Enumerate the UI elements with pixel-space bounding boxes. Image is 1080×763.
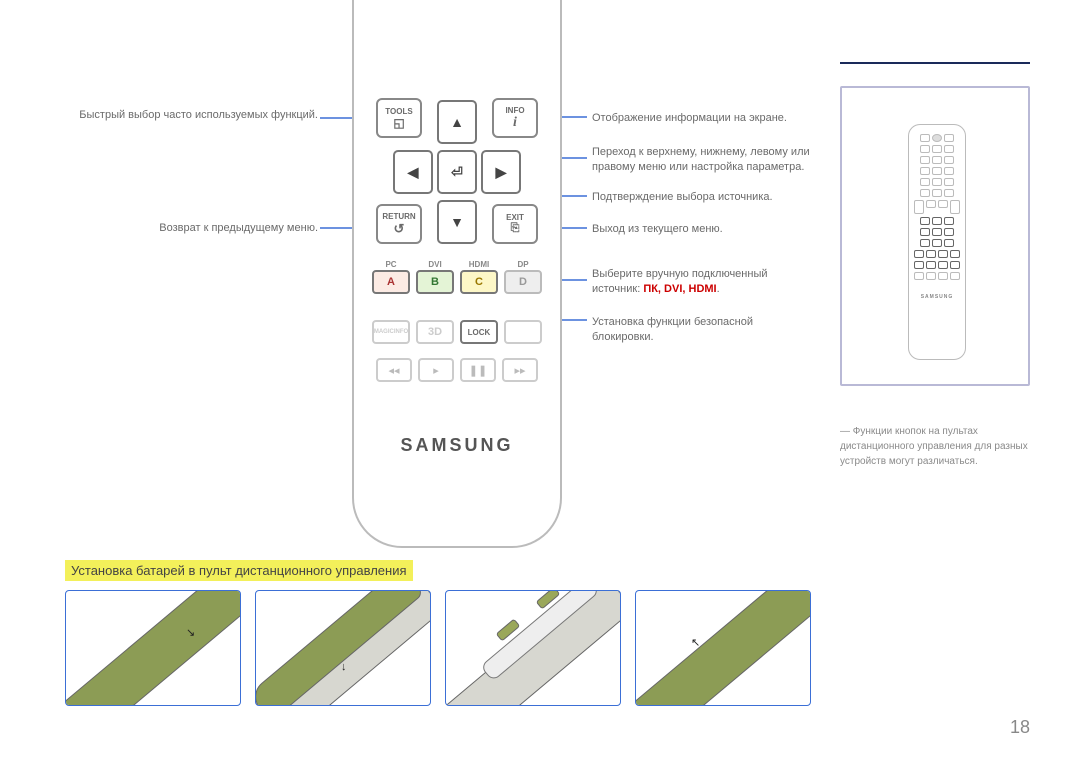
arrow-up-button: ▲ xyxy=(437,100,477,144)
brand-logo: SAMSUNG xyxy=(354,435,560,456)
blank-button xyxy=(504,320,542,344)
exit-button: EXIT ⎘ xyxy=(492,204,538,244)
header-rule xyxy=(840,62,1030,64)
battery-panels: ↘ ↓ ↖ xyxy=(65,590,811,706)
battery-heading: Установка батарей в пульт дистанционного… xyxy=(65,560,413,581)
desc-return: Возврат к предыдущему меню. xyxy=(78,221,318,236)
remote-illustration: TOOLS ◱ INFO i ▲ ◀ ⏎ ▶ ▼ RETURN ↺ EXIT ⎘ xyxy=(352,0,562,548)
pause-button: ❚❚ xyxy=(460,358,496,382)
page-number: 18 xyxy=(1010,717,1030,738)
battery-step-1: ↘ xyxy=(65,590,241,706)
desc-source: Выберите вручную подключенный источник: … xyxy=(592,267,812,298)
lock-button: LOCK xyxy=(460,320,498,344)
mini-remote: SAMSUNG xyxy=(908,124,966,360)
desc-enter: Подтверждение выбора источника. xyxy=(592,190,812,205)
arrow-left-button: ◀ xyxy=(393,150,433,194)
arrow-down-button: ▼ xyxy=(437,200,477,244)
3d-button: 3D xyxy=(416,320,454,344)
rewind-button: ◂◂ xyxy=(376,358,412,382)
play-button: ▸ xyxy=(418,358,454,382)
desc-info: Отображение информации на экране. xyxy=(592,111,812,126)
magicinfo-button: MAGICINFO xyxy=(372,320,410,344)
desc-exit: Выход из текущего меню. xyxy=(592,222,812,237)
arrow-right-button: ▶ xyxy=(481,150,521,194)
enter-button: ⏎ xyxy=(437,150,477,194)
battery-step-3 xyxy=(445,590,621,706)
source-d-button: DP D xyxy=(504,270,542,294)
sidebar-note: ― Функции кнопок на пультах дистанционно… xyxy=(840,424,1030,469)
desc-lock: Установка функции безопасной блокировки. xyxy=(592,315,812,346)
source-b-button: DVI B xyxy=(416,270,454,294)
desc-tools: Быстрый выбор часто используемых функций… xyxy=(78,108,318,123)
battery-step-2: ↓ xyxy=(255,590,431,706)
desc-navigate: Переход к верхнему, нижнему, левому или … xyxy=(592,145,812,176)
battery-step-4: ↖ xyxy=(635,590,811,706)
source-c-button: HDMI C xyxy=(460,270,498,294)
forward-button: ▸▸ xyxy=(502,358,538,382)
return-button: RETURN ↺ xyxy=(376,204,422,244)
source-a-button: PC A xyxy=(372,270,410,294)
sidebar-remote-box: SAMSUNG xyxy=(840,86,1030,386)
